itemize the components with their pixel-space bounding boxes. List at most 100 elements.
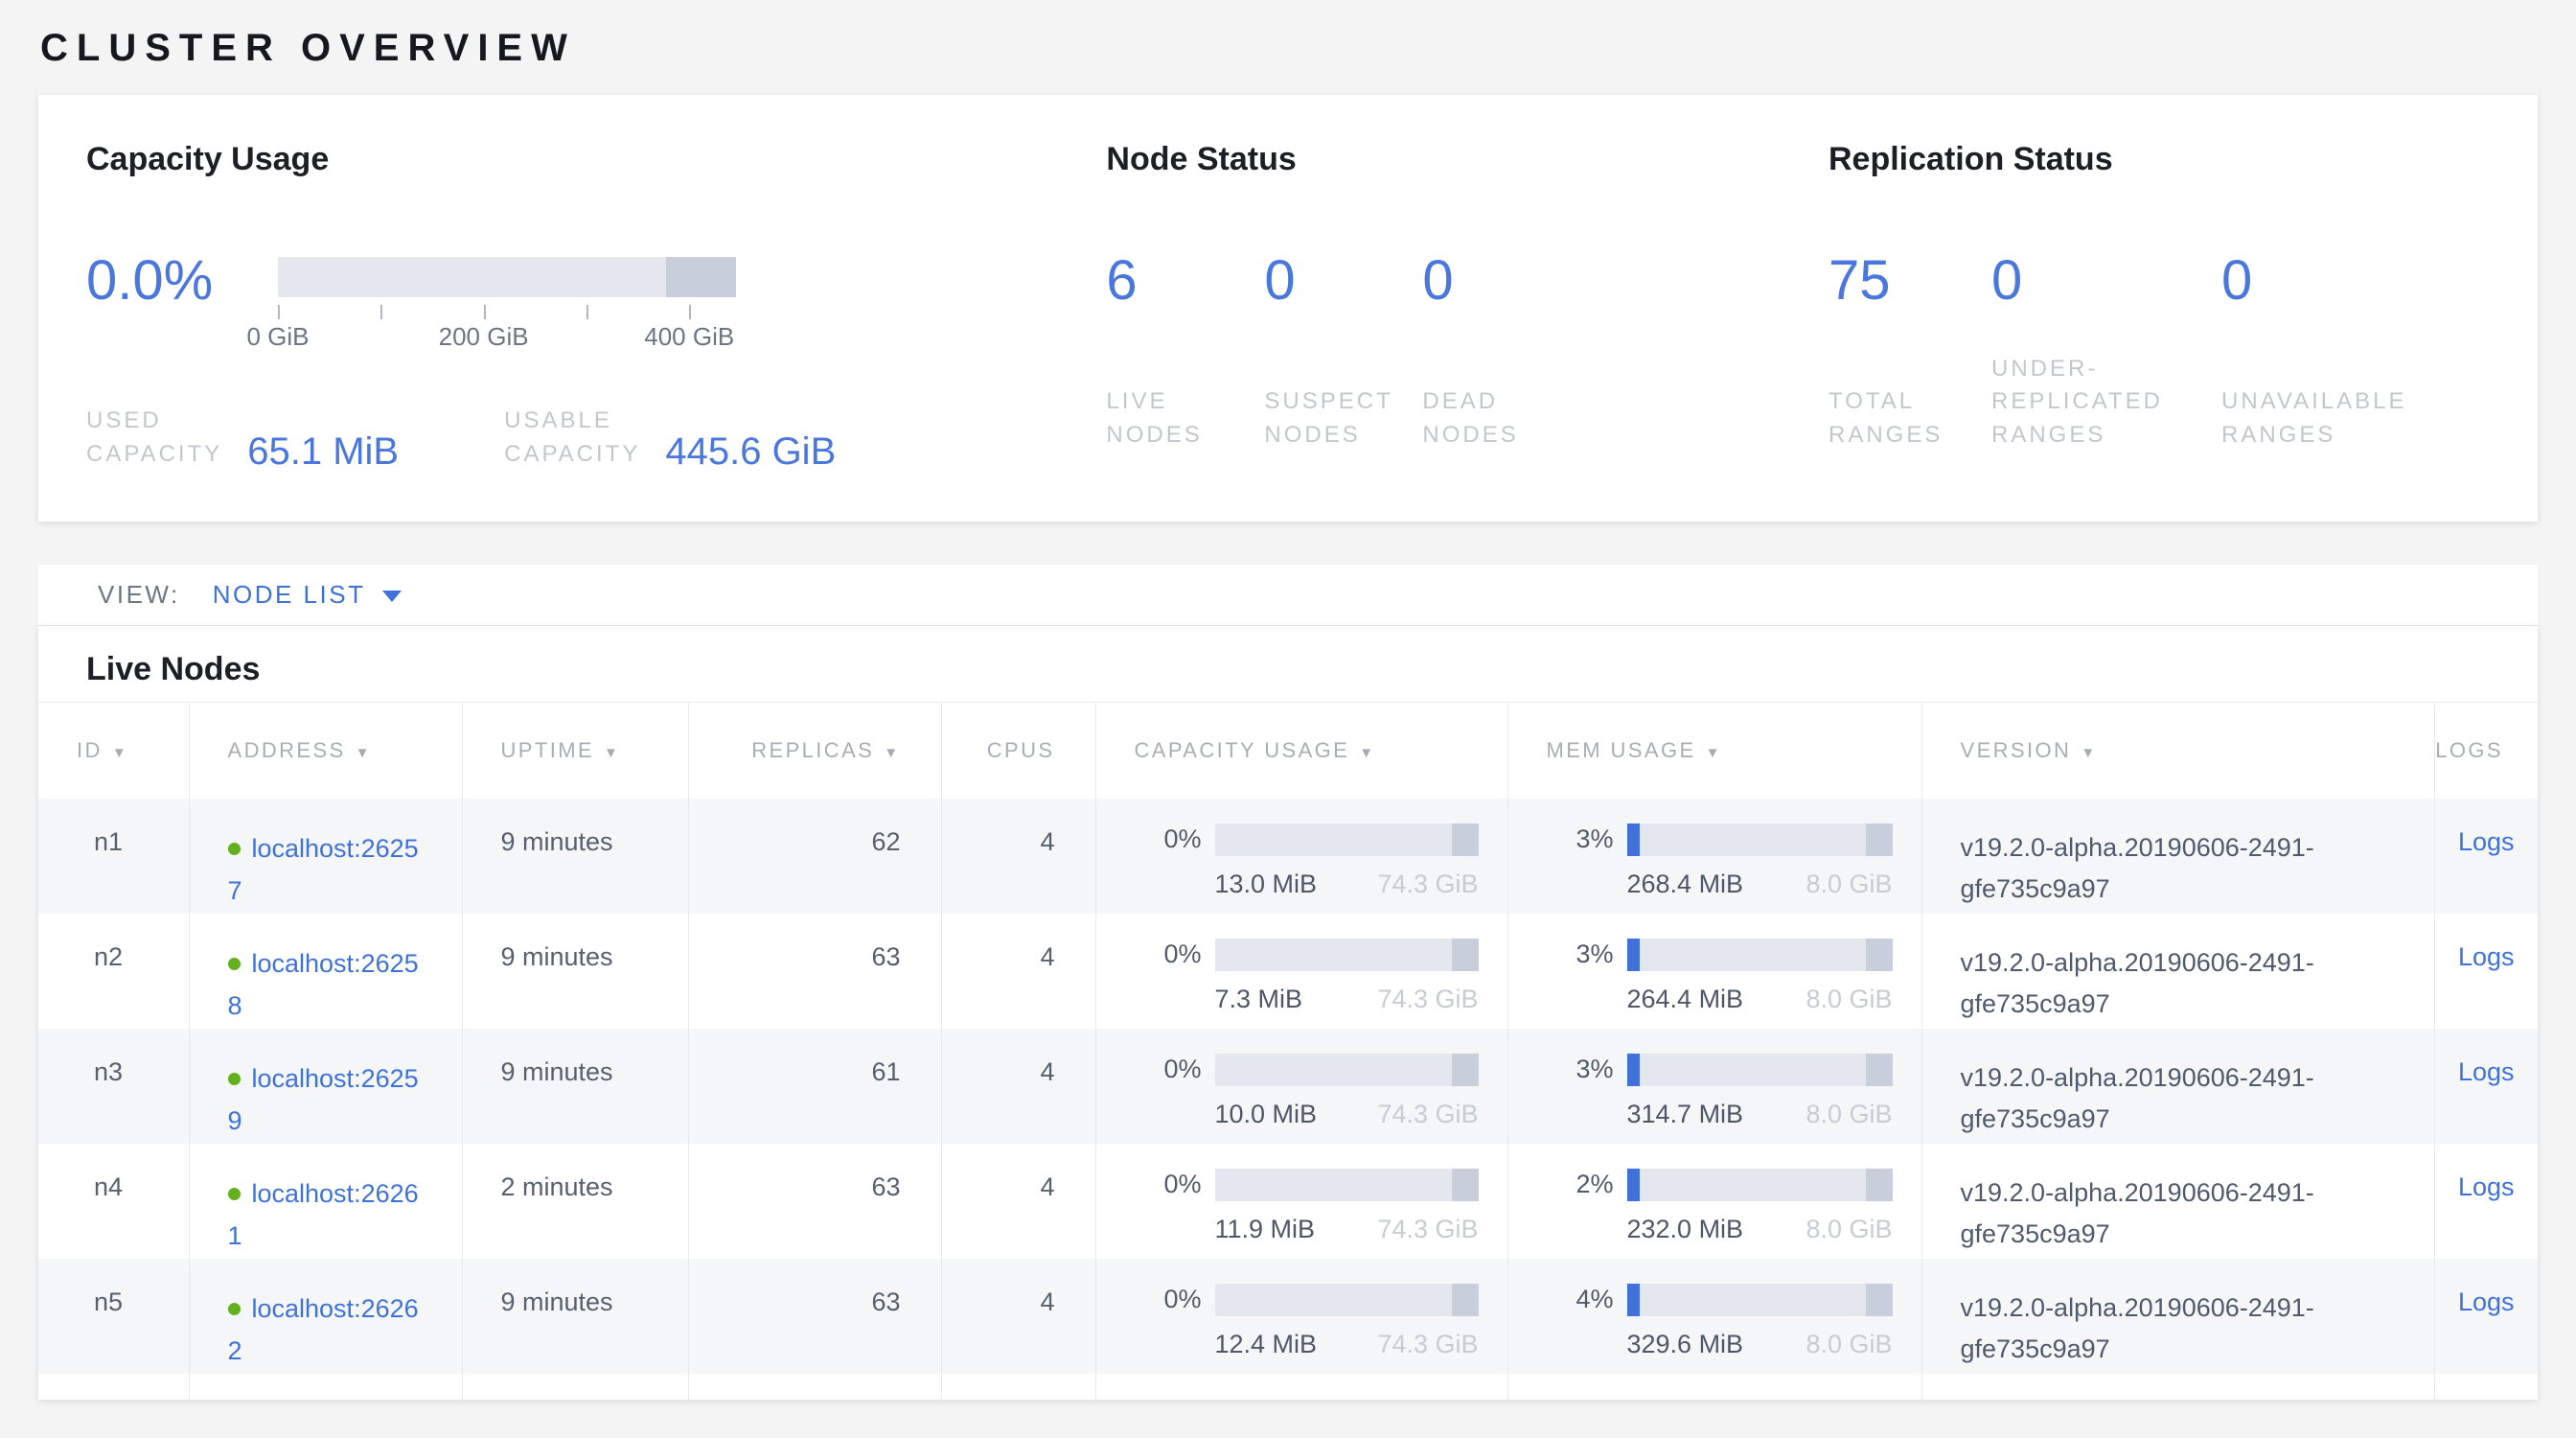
table-row-n2: n2 localhost:26258 9 minutes 63 4 0% 7.3… [38,914,2538,1029]
node-capacity-usage: 0% 13.0 MiB74.3 GiB [1095,799,1507,914]
total-ranges-count: 75 [1828,253,1991,309]
view-selector-value[interactable]: NODE LIST [213,580,366,610]
page-title: CLUSTER OVERVIEW [40,27,2538,70]
node-live-status-icon [228,958,241,970]
replication-status-section: Replication Status 75 0 0 TOTAL RANGES U… [1828,141,2490,522]
live-nodes-title: Live Nodes [86,651,2490,688]
unavailable-ranges-label: UNAVAILABLE RANGES [2221,385,2490,452]
chevron-down-icon[interactable] [382,591,402,602]
node-mem-usage: 3% 264.4 MiB8.0 GiB [1507,914,1921,1029]
node-address-link[interactable]: localhost:26257 [228,834,419,906]
dead-nodes-label: DEAD NODES [1422,385,1652,452]
node-replicas: 63 [688,1259,941,1374]
memory-bar [1627,939,1893,971]
column-header-version[interactable]: VERSION▼ [1921,703,2434,799]
node-capacity-usage: 0% 11.9 MiB74.3 GiB [1095,1144,1507,1259]
replication-status-title: Replication Status [1828,141,2490,178]
node-live-status-icon [228,1188,241,1200]
node-version: v19.2.0-alpha.20190606-2491-gfe735c9a97 [1921,799,2434,914]
memory-bar [1627,1169,1893,1201]
memory-bar [1627,823,1893,856]
column-header-capacity-usage[interactable]: CAPACITY USAGE▼ [1095,703,1507,799]
memory-bar [1627,1054,1893,1086]
tick-label-0gib: 0 GiB [246,322,309,352]
node-live-status-icon [228,843,241,855]
node-live-status-icon [228,1073,241,1085]
table-row-n1: n1 localhost:26257 9 minutes 62 4 0% 13.… [38,799,2538,914]
cluster-summary-card: Capacity Usage 0.0% [38,95,2538,522]
node-logs-link[interactable]: Logs [2458,1172,2515,1201]
node-replicas: 63 [688,1144,941,1259]
node-mem-usage: 2% 232.0 MiB8.0 GiB [1507,1144,1921,1259]
partially-visible-next-row [38,1374,2538,1400]
capacity-usage-section: Capacity Usage 0.0% [86,141,1106,522]
node-logs-link[interactable]: Logs [2458,1057,2515,1086]
node-address-link[interactable]: localhost:26262 [228,1294,419,1366]
capacity-bar [1215,1054,1479,1086]
suspect-nodes-count: 0 [1264,253,1422,309]
node-cpus: 4 [941,799,1095,914]
node-logs-link[interactable]: Logs [2458,942,2515,971]
capacity-bar [1215,1284,1479,1316]
node-cpus: 4 [941,1259,1095,1374]
used-capacity-label-line2: CAPACITY [86,438,222,472]
column-header-id[interactable]: ID▼ [38,703,189,799]
usable-capacity-value: 445.6 GiB [665,430,836,474]
capacity-bar [1215,939,1479,971]
capacity-usage-bar: 0 GiB 200 GiB 400 GiB [278,257,736,355]
capacity-bar [1215,823,1479,856]
node-version: v19.2.0-alpha.20190606-2491-gfe735c9a97 [1921,1144,2434,1259]
capacity-usage-title: Capacity Usage [86,141,1106,178]
node-uptime: 9 minutes [462,1029,688,1144]
sort-caret-icon[interactable]: ▼ [356,745,372,761]
node-live-status-icon [228,1303,241,1315]
capacity-bar-reserved-segment [666,257,736,297]
node-capacity-usage: 0% 12.4 MiB74.3 GiB [1095,1259,1507,1374]
capacity-bar-track [278,257,736,297]
node-address-link[interactable]: localhost:26261 [228,1179,419,1251]
sort-caret-icon[interactable]: ▼ [2081,745,2097,761]
table-row-n3: n3 localhost:26259 9 minutes 61 4 0% 10.… [38,1029,2538,1144]
used-capacity-value: 65.1 MiB [247,430,399,474]
table-header-row: ID▼ ADDRESS▼ UPTIME▼ REPLICAS▼ CPUS CAPA… [38,703,2538,799]
dead-nodes-count: 0 [1422,253,1652,309]
node-capacity-usage: 0% 10.0 MiB74.3 GiB [1095,1029,1507,1144]
node-status-section: Node Status 6 0 0 LIVE NODES SUSPECT NOD… [1106,141,1828,522]
column-header-logs: LOGS [2434,703,2538,799]
used-capacity-label-line1: USED [86,405,222,438]
node-id: n2 [38,914,189,1029]
table-row-n4: n4 localhost:26261 2 minutes 63 4 0% 11.… [38,1144,2538,1259]
node-replicas: 62 [688,799,941,914]
column-header-mem-usage[interactable]: MEM USAGE▼ [1507,703,1921,799]
node-address-link[interactable]: localhost:26258 [228,949,419,1021]
node-version: v19.2.0-alpha.20190606-2491-gfe735c9a97 [1921,1259,2434,1374]
node-cpus: 4 [941,914,1095,1029]
column-header-uptime[interactable]: UPTIME▼ [462,703,688,799]
sort-caret-icon[interactable]: ▼ [604,745,620,761]
under-replicated-ranges-count: 0 [1991,253,2221,309]
under-replicated-ranges-label: UNDER- REPLICATED RANGES [1991,353,2221,452]
capacity-axis-ticks [278,297,736,322]
node-version: v19.2.0-alpha.20190606-2491-gfe735c9a97 [1921,1029,2434,1144]
node-uptime: 9 minutes [462,799,688,914]
view-selector-dropdown[interactable]: NODE LIST [213,580,402,610]
column-header-cpus: CPUS [941,703,1095,799]
node-logs-link[interactable]: Logs [2458,1287,2515,1316]
live-nodes-label: LIVE NODES [1106,385,1264,452]
column-header-address[interactable]: ADDRESS▼ [189,703,462,799]
column-header-replicas[interactable]: REPLICAS▼ [688,703,941,799]
node-address-link[interactable]: localhost:26259 [228,1064,419,1136]
node-replicas: 61 [688,1029,941,1144]
view-label: VIEW: [98,580,180,610]
capacity-axis-labels: 0 GiB 200 GiB 400 GiB [278,322,736,355]
node-cpus: 4 [941,1029,1095,1144]
sort-caret-icon[interactable]: ▼ [1359,745,1375,761]
node-logs-link[interactable]: Logs [2458,827,2515,856]
live-nodes-card: Live Nodes ID▼ ADDRESS▼ UPTIME▼ REPLICAS… [38,626,2538,1400]
sort-caret-icon[interactable]: ▼ [1706,745,1722,761]
node-uptime: 9 minutes [462,1259,688,1374]
sort-caret-icon[interactable]: ▼ [884,745,900,761]
node-id: n4 [38,1144,189,1259]
sort-caret-icon[interactable]: ▼ [112,745,128,761]
unavailable-ranges-count: 0 [2221,253,2490,309]
